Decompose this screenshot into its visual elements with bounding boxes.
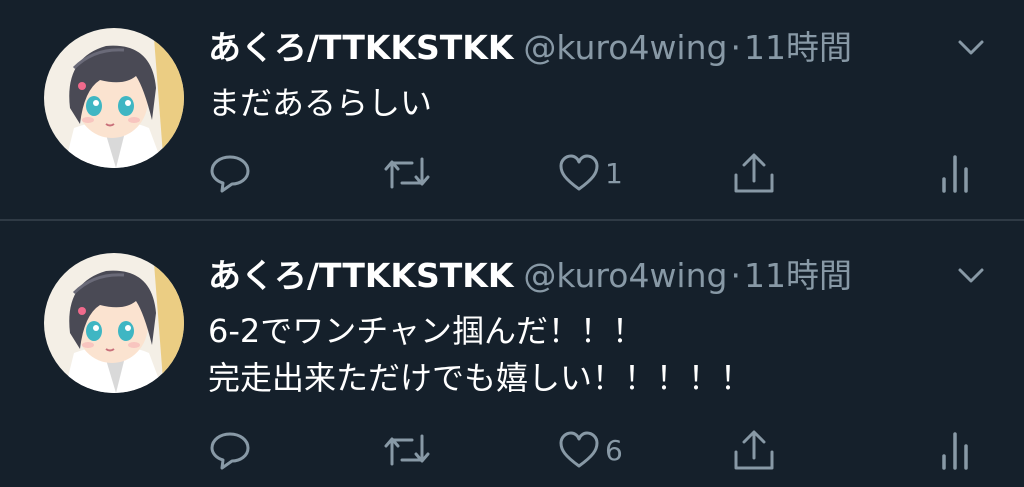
tweet[interactable]: あくろ/TTKKSTKK @kuro4wing·11時間 まだあるらしい 1 [0, 0, 1024, 219]
share-button[interactable] [731, 148, 777, 198]
tweet-actions: 6 [0, 425, 1024, 475]
reply-icon [208, 151, 252, 195]
retweet-icon [382, 151, 432, 195]
tweet-text-line: 完走出来ただけでも嬉しい！！！！！ [208, 359, 753, 397]
analytics-icon [938, 151, 972, 195]
analytics-button[interactable] [938, 148, 972, 198]
like-count: 6 [605, 433, 623, 467]
retweet-button[interactable] [382, 425, 432, 475]
tweet-header: あくろ/TTKKSTKK @kuro4wing·11時間 [208, 28, 852, 68]
like-button[interactable]: 6 [557, 425, 623, 475]
like-button[interactable]: 1 [557, 148, 623, 198]
chevron-down-icon[interactable] [956, 38, 986, 58]
separator-dot: · [730, 28, 741, 67]
timeline: あくろ/TTKKSTKK @kuro4wing·11時間 まだあるらしい 1 あ… [0, 0, 1024, 487]
reply-button[interactable] [208, 425, 252, 475]
reply-button[interactable] [208, 148, 252, 198]
analytics-icon [938, 428, 972, 472]
timestamp[interactable]: 11時間 [744, 256, 852, 295]
retweet-button[interactable] [382, 148, 432, 198]
handle[interactable]: @kuro4wing [523, 256, 727, 295]
tweet-text: まだあるらしい [208, 80, 432, 127]
chevron-down-icon[interactable] [956, 266, 986, 286]
retweet-icon [382, 428, 432, 472]
tweet-text-line: まだあるらしい [208, 84, 433, 122]
display-name[interactable]: あくろ/TTKKSTKK [208, 256, 513, 295]
share-icon [731, 428, 777, 472]
like-icon [557, 151, 601, 195]
avatar[interactable] [44, 28, 184, 168]
handle[interactable]: @kuro4wing [523, 28, 727, 67]
tweet[interactable]: あくろ/TTKKSTKK @kuro4wing·11時間 6-2でワンチャン掴んだ… [0, 221, 1024, 487]
tweet-actions: 1 [0, 148, 1024, 198]
separator-dot: · [730, 256, 741, 295]
reply-icon [208, 428, 252, 472]
like-count: 1 [605, 156, 623, 190]
tweet-text: 6-2でワンチャン掴んだ！！！ 完走出来ただけでも嬉しい！！！！！ [208, 308, 752, 402]
tweet-header: あくろ/TTKKSTKK @kuro4wing·11時間 [208, 256, 852, 296]
avatar[interactable] [44, 253, 184, 393]
like-icon [557, 428, 601, 472]
share-button[interactable] [731, 425, 777, 475]
analytics-button[interactable] [938, 425, 972, 475]
display-name[interactable]: あくろ/TTKKSTKK [208, 28, 513, 67]
timestamp[interactable]: 11時間 [744, 28, 852, 67]
tweet-text-line: 6-2でワンチャン掴んだ！！！ [208, 312, 644, 350]
share-icon [731, 151, 777, 195]
